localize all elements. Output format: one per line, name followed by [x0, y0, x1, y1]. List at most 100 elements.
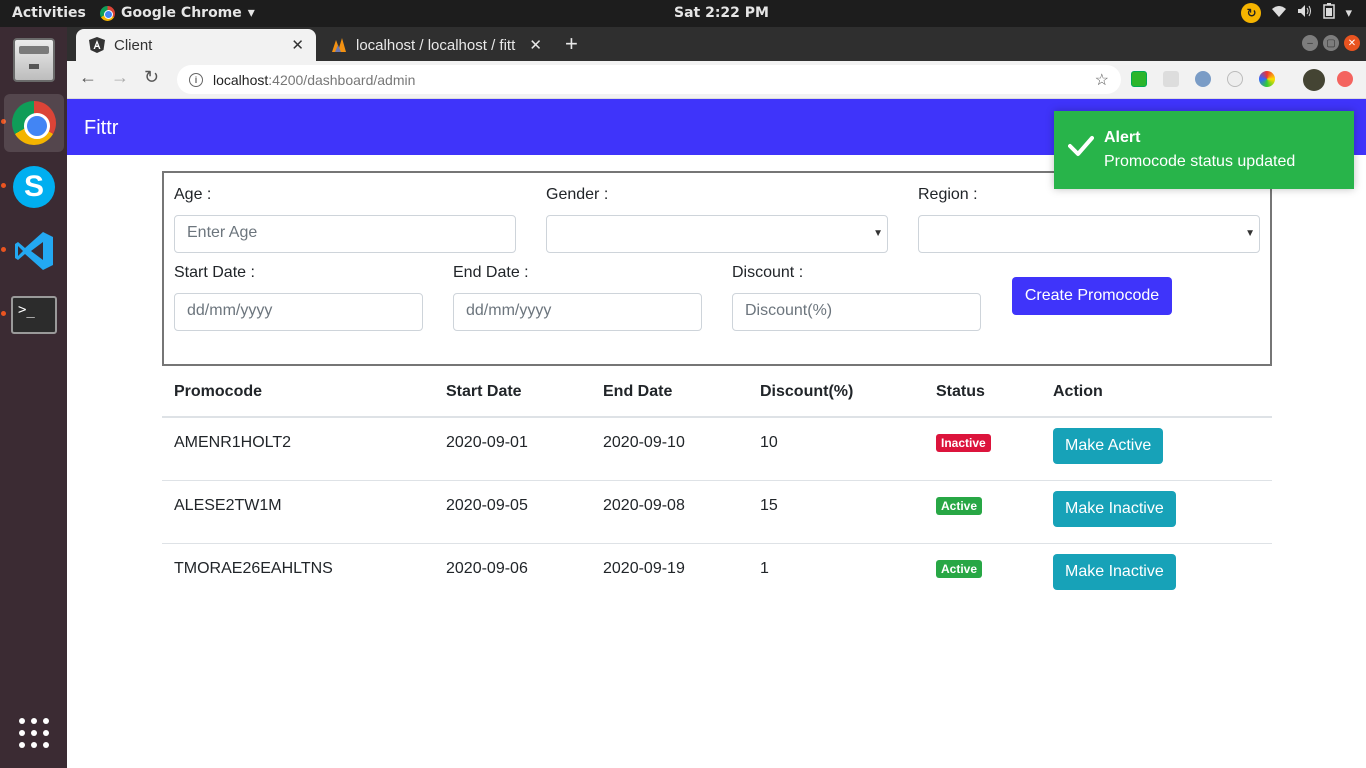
battery-icon: [1323, 3, 1336, 23]
system-tray[interactable]: ↻ ▾: [1241, 3, 1352, 23]
promocode-cell: ALESE2TW1M: [162, 480, 434, 544]
skype-icon: S: [13, 166, 55, 208]
start-date-cell: 2020-09-06: [446, 559, 528, 577]
start-date-cell: 2020-09-05: [434, 480, 591, 544]
avatar[interactable]: [1303, 69, 1325, 91]
dock-skype[interactable]: S: [4, 158, 64, 216]
status-badge: Inactive: [936, 434, 991, 452]
table-row: TMORAE26EAHLTNS 2020-09-06 2020-09-19 1 …: [162, 543, 1272, 606]
dock-terminal[interactable]: >_: [4, 286, 64, 344]
url-host: localhost: [213, 71, 269, 88]
alert-toast[interactable]: Alert Promocode status updated: [1054, 111, 1354, 189]
region-select[interactable]: ▼: [918, 215, 1260, 253]
gender-label: Gender :: [546, 186, 609, 203]
app-brand[interactable]: Fittr: [84, 117, 118, 140]
column-header: Discount(%): [748, 367, 924, 418]
update-extension-icon[interactable]: [1337, 71, 1353, 87]
chrome-icon: [12, 101, 56, 145]
extension-icon[interactable]: [1195, 71, 1211, 87]
make-inactive-button[interactable]: Make Inactive: [1053, 490, 1176, 527]
app-menu[interactable]: Google Chrome ▾: [100, 5, 255, 21]
end-date-input[interactable]: dd/mm/yyyy: [453, 293, 702, 331]
tab-strip: Client ✕ localhost / localhost / fitt ✕ …: [67, 27, 1366, 61]
toast-title: Alert: [1104, 129, 1141, 146]
end-date-cell: 2020-09-08: [591, 480, 748, 544]
activities-button[interactable]: Activities: [12, 5, 86, 21]
tab-phpmyadmin[interactable]: localhost / localhost / fitt ✕: [318, 29, 554, 61]
vscode-icon: [13, 230, 55, 272]
dock-vscode[interactable]: [4, 222, 64, 280]
status-cell: Active: [924, 543, 1041, 606]
page-content: Age : Enter Age Gender : ▼ Region : ▼ St…: [67, 155, 1366, 768]
extension-icon[interactable]: [1163, 71, 1179, 87]
files-icon: [13, 38, 55, 82]
json-extension-icon[interactable]: [1131, 71, 1147, 87]
status-badge: Active: [936, 559, 983, 578]
wifi-icon: [1271, 4, 1287, 22]
tab-title: Client: [114, 36, 153, 54]
column-header: Status: [924, 367, 1041, 418]
close-window-icon[interactable]: ✕: [1344, 35, 1360, 51]
dock-files[interactable]: [4, 31, 64, 89]
age-input[interactable]: Enter Age: [174, 215, 516, 253]
dock: S >_: [0, 27, 67, 768]
table-row: ALESE2TW1M 2020-09-05 2020-09-08 15 Acti…: [162, 480, 1272, 544]
table-row: AMENR1HOLT2 2020-09-01 2020-09-10 10 Ina…: [162, 417, 1272, 481]
region-label: Region :: [918, 186, 978, 203]
create-promocode-button[interactable]: Create Promocode: [1012, 277, 1172, 315]
select-arrow-icon: ▼: [1245, 228, 1255, 239]
tab-client[interactable]: Client ✕: [76, 29, 316, 61]
column-header: End Date: [591, 367, 748, 418]
window-controls: – ▢ ✕: [1302, 35, 1360, 51]
url-path: :4200/dashboard/admin: [268, 71, 416, 88]
make-active-button[interactable]: Make Active: [1053, 428, 1164, 464]
back-icon[interactable]: ←: [79, 67, 97, 88]
end-date-cell: 2020-09-19: [603, 559, 685, 577]
extension-icon[interactable]: [1227, 71, 1243, 87]
address-bar[interactable]: i localhost:4200/dashboard/admin ☆: [177, 65, 1121, 94]
volume-icon: [1297, 4, 1313, 22]
dock-chrome[interactable]: [4, 94, 64, 152]
close-tab-icon[interactable]: ✕: [291, 36, 304, 54]
column-header: Start Date: [434, 367, 591, 418]
close-tab-icon[interactable]: ✕: [529, 36, 542, 54]
select-arrow-icon: ▼: [873, 228, 883, 239]
gender-select[interactable]: ▼: [546, 215, 888, 253]
discount-input[interactable]: Discount(%): [732, 293, 981, 331]
color-picker-extension-icon[interactable]: [1259, 71, 1275, 87]
discount-cell: 10: [748, 417, 924, 481]
column-header: Action: [1041, 367, 1272, 418]
age-label: Age :: [174, 186, 212, 203]
terminal-icon: >_: [11, 296, 57, 334]
forward-icon[interactable]: →: [111, 67, 129, 88]
status-badge: Active: [936, 496, 983, 515]
column-header: Promocode: [162, 367, 434, 418]
start-date-input[interactable]: dd/mm/yyyy: [174, 293, 423, 331]
action-cell: Make Inactive: [1041, 480, 1272, 544]
info-icon[interactable]: i: [189, 72, 203, 87]
promocode-cell: TMORAE26EAHLTNS: [174, 559, 333, 577]
new-tab-icon[interactable]: +: [565, 31, 578, 57]
toast-message: Promocode status updated: [1104, 153, 1296, 170]
bookmark-star-icon[interactable]: ☆: [1095, 70, 1109, 90]
caret-down-icon: ▾: [1345, 5, 1352, 21]
promocode-cell: AMENR1HOLT2: [162, 417, 434, 481]
app-menu-label: Google Chrome: [121, 5, 242, 21]
reload-icon[interactable]: ↻: [144, 67, 159, 88]
angular-icon: [88, 36, 106, 54]
discount-label: Discount :: [732, 264, 804, 281]
app-grid-icon: [19, 718, 49, 748]
minimize-icon[interactable]: –: [1302, 35, 1318, 51]
discount-cell: 1: [760, 559, 769, 577]
maximize-icon[interactable]: ▢: [1323, 35, 1339, 51]
status-cell: Inactive: [924, 417, 1041, 481]
action-cell: Make Active: [1041, 417, 1272, 481]
clock[interactable]: Sat 2:22 PM: [674, 5, 769, 21]
action-cell: Make Inactive: [1041, 543, 1272, 606]
promocode-table: Promocode Start Date End Date Discount(%…: [162, 367, 1272, 606]
updates-icon[interactable]: ↻: [1241, 3, 1262, 23]
start-date-cell: 2020-09-01: [434, 417, 591, 481]
system-top-bar: Activities Google Chrome ▾ Sat 2:22 PM ↻…: [0, 0, 1366, 27]
show-applications-button[interactable]: [4, 704, 64, 762]
make-inactive-button[interactable]: Make Inactive: [1053, 553, 1176, 590]
